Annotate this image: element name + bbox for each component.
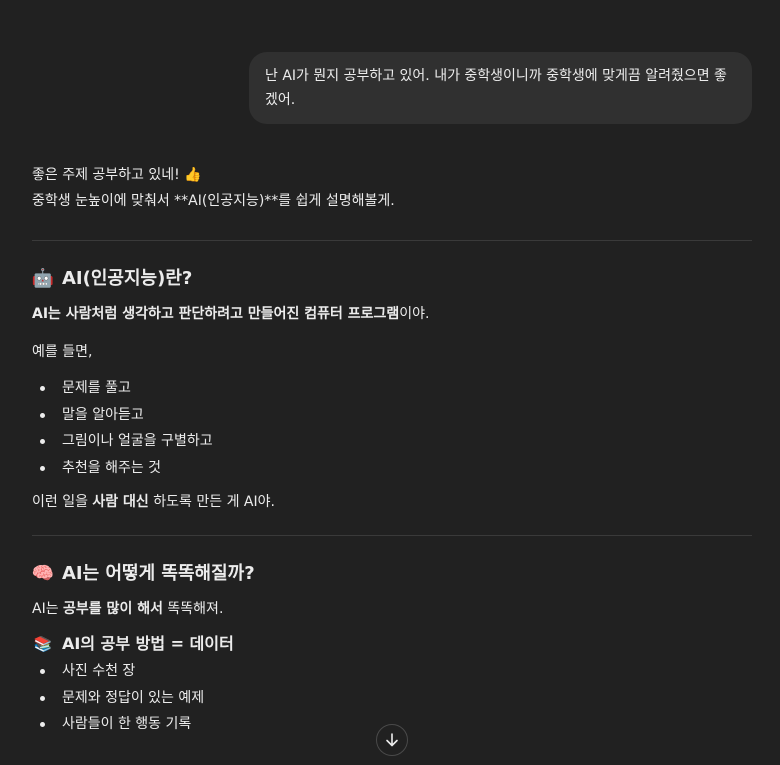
divider bbox=[32, 240, 752, 241]
example-lead: 예를 들면, bbox=[32, 344, 93, 360]
section-what-is-ai: 🤖 AI(인공지능)란? AI는 사람처럼 생각하고 판단하려고 만들어진 컴퓨… bbox=[32, 265, 752, 515]
list-item: 문제를 풀고 bbox=[32, 375, 752, 402]
section-heading: 🤖 AI(인공지능)란? bbox=[32, 265, 752, 293]
section-heading: 🧠 AI는 어떻게 똑똑해질까? bbox=[32, 560, 752, 588]
user-message-text: 난 AI가 뭔지 공부하고 있어. 내가 중학생이니까 중학생에 맞게끔 알려줬… bbox=[265, 68, 727, 108]
definition-paragraph: AI는 사람처럼 생각하고 판단하려고 만들어진 컴퓨터 프로그램이야. bbox=[32, 306, 430, 322]
list-item: 사진 수천 장 bbox=[32, 658, 752, 685]
books-icon: 📚 bbox=[33, 635, 53, 653]
brain-icon: 🧠 bbox=[31, 563, 55, 584]
section-title: AI는 어떻게 똑똑해질까? bbox=[62, 563, 255, 584]
intro-line-2: 중학생 눈높이에 맞춰서 **AI(인공지능)**를 쉽게 설명해볼게. bbox=[32, 193, 395, 209]
assistant-message: 좋은 주제 공부하고 있네! 👍 중학생 눈높이에 맞춰서 **AI(인공지능)… bbox=[32, 162, 752, 738]
subsection-heading: 📚 AI의 공부 방법 = 데이터 bbox=[32, 632, 752, 656]
list-item: 추천을 해주는 것 bbox=[32, 455, 752, 482]
intro-line-1: 좋은 주제 공부하고 있네! 👍 bbox=[32, 162, 752, 188]
chat-thread: 난 AI가 뭔지 공부하고 있어. 내가 중학생이니까 중학생에 맞게끔 알려줬… bbox=[0, 0, 780, 765]
thumbs-up-icon: 👍 bbox=[184, 167, 202, 183]
user-message-bubble: 난 AI가 뭔지 공부하고 있어. 내가 중학생이니까 중학생에 맞게끔 알려줬… bbox=[249, 52, 752, 124]
list-item: 말을 알아듣고 bbox=[32, 402, 752, 429]
subsection-title: AI의 공부 방법 = 데이터 bbox=[62, 634, 234, 653]
list-item: 그림이나 얼굴을 구별하고 bbox=[32, 428, 752, 455]
example-list: 문제를 풀고 말을 알아듣고 그림이나 얼굴을 구별하고 추천을 해주는 것 bbox=[32, 375, 752, 481]
divider bbox=[32, 535, 752, 536]
robot-icon: 🤖 bbox=[31, 268, 55, 289]
assistant-intro: 좋은 주제 공부하고 있네! 👍 중학생 눈높이에 맞춰서 **AI(인공지능)… bbox=[32, 162, 752, 214]
arrow-down-icon bbox=[386, 733, 398, 747]
scroll-to-bottom-button[interactable] bbox=[376, 724, 408, 756]
section-how-ai-learns: 🧠 AI는 어떻게 똑똑해질까? AI는 공부를 많이 해서 똑똑해져. 📚 A… bbox=[32, 560, 752, 738]
user-message-row: 난 AI가 뭔지 공부하고 있어. 내가 중학생이니까 중학생에 맞게끔 알려줬… bbox=[32, 0, 752, 124]
section-title: AI(인공지능)란? bbox=[62, 268, 193, 289]
list-item: 문제와 정답이 있는 예제 bbox=[32, 685, 752, 712]
lead-paragraph: AI는 공부를 많이 해서 똑똑해져. bbox=[32, 601, 224, 617]
summary-paragraph: 이런 일을 사람 대신 하도록 만든 게 AI야. bbox=[32, 494, 275, 510]
